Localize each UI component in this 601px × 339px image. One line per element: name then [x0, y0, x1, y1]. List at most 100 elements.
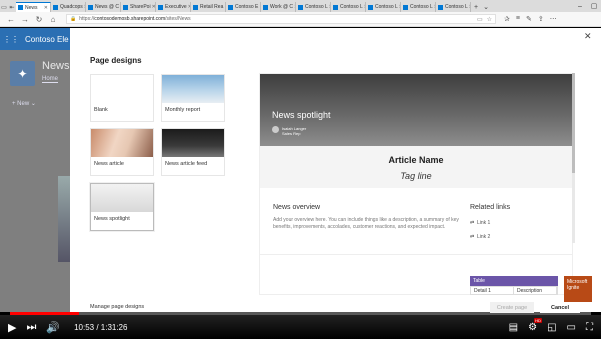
video-controls: ▶ ⏭ 🔊 10:53 / 1:31:26 ▤ ⚙ HD ◱ ▭ ⛶ — [0, 315, 601, 339]
browser-tab[interactable]: Quadcops✕ — [51, 2, 86, 12]
browser-tab[interactable]: News @ C✕ — [86, 2, 121, 12]
share-icon[interactable]: ⇪ — [538, 15, 544, 23]
design-news-article[interactable]: News article — [90, 128, 154, 176]
close-tab-icon[interactable]: ✕ — [151, 4, 155, 10]
preview-scrollbar[interactable] — [572, 73, 575, 243]
tab-favicon-icon — [88, 4, 93, 10]
design-news-article-feed[interactable]: News article feed — [161, 128, 225, 176]
site-page-title: News — [42, 60, 70, 72]
pen-icon[interactable]: ✎ — [526, 15, 532, 23]
volume-icon[interactable]: 🔊 — [46, 321, 60, 334]
related-link: ⇄ Link 1 — [470, 220, 491, 226]
design-thumbnail — [91, 184, 153, 212]
refresh-icon[interactable]: ↻ — [32, 15, 46, 24]
site-logo: ✦ — [10, 61, 35, 86]
preview-table-header: Table — [470, 276, 558, 286]
more-icon[interactable]: ⋯ — [550, 15, 557, 23]
browser-tab[interactable]: Contoso L✕ — [366, 2, 401, 12]
overview-heading: News overview — [273, 204, 321, 211]
tab-favicon-icon — [438, 4, 443, 10]
preview-article-name: Article Name — [388, 155, 444, 165]
tab-favicon-icon — [53, 4, 58, 10]
browser-tab[interactable]: Retail Rea✕ — [191, 2, 226, 12]
design-preview: News spotlight Isaiah Langer Sales Rep A… — [259, 73, 573, 295]
preview-title-band — [260, 146, 572, 188]
maximize-button[interactable]: ▢ — [587, 0, 601, 12]
microsoft-ignite-badge: Microsoft Ignite — [564, 276, 592, 302]
tab-favicon-icon — [123, 4, 128, 10]
close-icon[interactable]: ✕ — [584, 31, 592, 42]
tab-favicon-icon — [298, 4, 303, 10]
tab-favicon-icon — [263, 4, 268, 10]
lock-icon: 🔒 — [70, 16, 77, 22]
design-thumbnail — [162, 75, 224, 103]
browser-tab[interactable]: Work @ C✕ — [261, 2, 296, 12]
browser-tab[interactable]: SharePoi ✕ — [121, 2, 156, 12]
home-icon[interactable]: ⌂ — [46, 15, 60, 24]
preview-table-row: Detail 1 Description — [470, 286, 558, 295]
browser-tab[interactable]: Contoso L✕ — [401, 2, 436, 12]
reading-list-icon[interactable]: ≡ — [516, 15, 520, 23]
tab-favicon-icon — [158, 4, 163, 10]
forward-icon[interactable]: → — [18, 15, 32, 24]
preview-tag-line: Tag line — [400, 171, 432, 181]
tab-back-icon[interactable]: ⇤ — [8, 3, 16, 12]
favorites-icon[interactable]: ✰ — [504, 15, 510, 23]
app-launcher-icon[interactable]: ⋮⋮ — [3, 35, 19, 44]
tab-favicon-icon — [228, 4, 233, 10]
new-tab-button[interactable]: + — [471, 2, 481, 12]
window-controls: – ▢ — [573, 0, 601, 12]
fullscreen-icon[interactable]: ⛶ — [586, 322, 593, 333]
address-bar[interactable]: 🔒 https://contosodemosb.sharepoint.com/s… — [66, 14, 496, 24]
related-link: ⇄ Link 2 — [470, 234, 491, 240]
tab-actions-icon[interactable]: ▭ — [0, 3, 8, 12]
new-button[interactable]: + New ⌄ — [12, 100, 36, 107]
hd-badge: HD — [534, 317, 542, 323]
site-name[interactable]: Contoso Ele — [25, 35, 69, 44]
tab-favicon-icon — [403, 4, 408, 10]
browser-tab[interactable]: Contoso L✕ — [436, 2, 471, 12]
back-icon[interactable]: ← — [4, 15, 18, 24]
play-icon[interactable]: ▶ — [8, 321, 16, 334]
browser-tab[interactable]: Contoso L✕ — [296, 2, 331, 12]
preview-divider — [260, 254, 572, 255]
design-thumbnail — [91, 129, 153, 157]
browser-tab[interactable]: News ✕ — [16, 2, 51, 12]
browser-tab[interactable]: Contoso L✕ — [331, 2, 366, 12]
video-time: 10:53 / 1:31:26 — [74, 322, 128, 332]
author-avatar — [272, 126, 279, 133]
background-photo — [58, 176, 70, 262]
browser-tab[interactable]: Executive✕ — [156, 2, 191, 12]
design-blank[interactable]: Blank — [90, 74, 154, 122]
browser-tab[interactable]: Contoso E✕ — [226, 2, 261, 12]
favorite-star-icon[interactable]: ☆ — [487, 16, 492, 23]
reading-view-icon[interactable]: ▭ — [477, 16, 483, 23]
browser-nav-bar: ← → ↻ ⌂ 🔒 https://contosodemosb.sharepoi… — [0, 12, 601, 27]
miniplayer-icon[interactable]: ◱ — [547, 322, 556, 333]
design-monthly-report[interactable]: Monthly report — [161, 74, 225, 122]
related-links-heading: Related links — [470, 204, 511, 211]
close-tab-icon[interactable]: ✕ — [43, 5, 48, 11]
author-info: Isaiah Langer Sales Rep — [282, 126, 307, 136]
link-icon: ⇄ — [470, 220, 475, 226]
tab-favicon-icon — [333, 4, 338, 10]
tab-list-chevron-icon[interactable]: ⌄ — [481, 2, 491, 12]
minimize-button[interactable]: – — [573, 0, 587, 12]
browser-tab-strip: ▭ ⇤ News✕Quadcops✕News @ C✕SharePoi✕Exec… — [0, 0, 601, 12]
subtitles-icon[interactable]: ▤ — [509, 322, 518, 333]
tab-favicon-icon — [18, 5, 23, 10]
design-thumbnail — [162, 129, 224, 157]
link-icon: ⇄ — [470, 234, 475, 240]
settings-icon[interactable]: ⚙ HD — [528, 317, 542, 333]
tab-favicon-icon — [368, 4, 373, 10]
next-icon[interactable]: ⏭ — [26, 321, 36, 334]
home-link[interactable]: Home — [42, 76, 59, 83]
preview-hero-title: News spotlight — [272, 110, 331, 120]
panel-title: Page designs — [90, 56, 142, 65]
overview-text: Add your overview here. You can include … — [273, 217, 459, 230]
manage-page-designs-link[interactable]: Manage page designs — [90, 304, 144, 310]
theater-mode-icon[interactable]: ▭ — [567, 322, 576, 333]
tab-favicon-icon — [193, 4, 198, 10]
design-thumbnail — [91, 75, 153, 103]
design-news-spotlight[interactable]: News spotlight — [90, 183, 154, 231]
